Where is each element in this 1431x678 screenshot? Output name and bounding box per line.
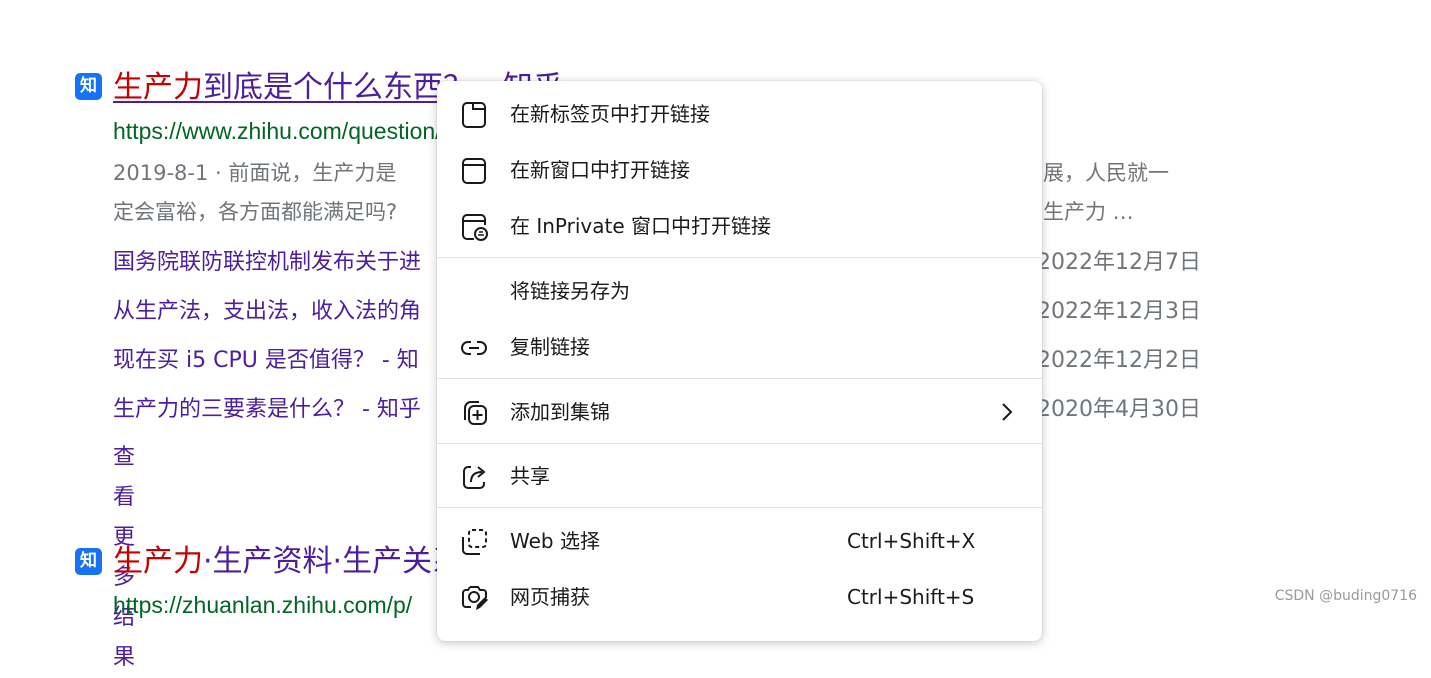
share-icon — [463, 466, 486, 489]
menu-item-open-new-tab[interactable]: 在新标签页中打开链接 — [437, 86, 1042, 142]
menu-item-label: Web 选择 — [510, 529, 600, 553]
deep-link-text[interactable]: 现在买 i5 CPU 是否值得？ - 知 — [113, 348, 419, 373]
deep-link-text[interactable]: 从生产法，支出法，收入法的角 — [113, 299, 421, 324]
deep-link-date: 2022年12月2日 — [1037, 348, 1201, 373]
menu-item-label: 在新标签页中打开链接 — [510, 102, 710, 126]
menu-item-shortcut: Ctrl+Shift+X — [847, 529, 976, 553]
result-title-link[interactable]: 生产力·生产资料·生产关系 — [113, 540, 462, 584]
snippet-line2-right: 生产力 … — [1043, 200, 1134, 224]
menu-item-add-to-collections[interactable]: 添加到集锦 — [437, 384, 1042, 440]
menu-item-label: 添加到集锦 — [510, 400, 610, 424]
deep-link-date: 2022年12月7日 — [1037, 250, 1201, 275]
menu-item-label: 在新窗口中打开链接 — [510, 158, 690, 182]
menu-item-copy-link[interactable]: 复制链接 — [437, 319, 1042, 375]
menu-item-share[interactable]: 共享 — [437, 448, 1042, 504]
title-rest: ·生产资料·生产关系 — [203, 544, 463, 579]
new-window-icon — [462, 158, 486, 184]
menu-separator — [437, 378, 1042, 379]
menu-item-web-select[interactable]: Web 选择 Ctrl+Shift+X — [437, 513, 1042, 569]
menu-item-open-inprivate[interactable]: 在 InPrivate 窗口中打开链接 — [437, 198, 1042, 254]
watermark: CSDN @buding0716 — [1274, 588, 1417, 604]
menu-item-label: 将链接另存为 — [510, 279, 630, 303]
menu-separator — [437, 257, 1042, 258]
menu-separator — [437, 443, 1042, 444]
inprivate-window-icon — [462, 214, 488, 241]
menu-item-save-link-as[interactable]: 将链接另存为 — [437, 263, 1042, 319]
web-select-icon — [462, 529, 487, 555]
menu-item-open-new-window[interactable]: 在新窗口中打开链接 — [437, 142, 1042, 198]
menu-separator — [437, 507, 1042, 508]
chevron-right-icon — [1002, 403, 1013, 421]
title-highlight: 生产力 — [113, 544, 203, 579]
snippet-line1-left: 2019-8-1 · 前面说，生产力是 — [113, 161, 397, 185]
web-capture-icon — [462, 586, 488, 610]
new-tab-icon — [462, 102, 486, 128]
deep-link-text[interactable]: 生产力的三要素是什么？ - 知乎 — [113, 397, 421, 422]
zhihu-site-icon: 知 — [75, 548, 102, 575]
title-highlight: 生产力 — [113, 70, 203, 105]
context-menu: 在新标签页中打开链接 在新窗口中打开链接 在 InPrivate 窗口中打开链接… — [437, 81, 1042, 641]
menu-item-label: 在 InPrivate 窗口中打开链接 — [510, 214, 772, 238]
deep-link-date: 2020年4月30日 — [1037, 397, 1201, 422]
zhihu-site-icon: 知 — [75, 73, 102, 100]
menu-item-label: 共享 — [510, 464, 550, 488]
snippet-line1-right: 展，人民就一 — [1043, 161, 1169, 185]
deep-link-date: 2022年12月3日 — [1037, 299, 1201, 324]
deep-link-text[interactable]: 国务院联防联控机制发布关于进 — [113, 250, 421, 275]
menu-item-label: 复制链接 — [510, 335, 590, 359]
snippet-line2-left: 定会富裕，各方面都能满足吗? — [113, 200, 398, 224]
link-icon — [461, 341, 487, 355]
collections-add-icon — [464, 401, 487, 425]
